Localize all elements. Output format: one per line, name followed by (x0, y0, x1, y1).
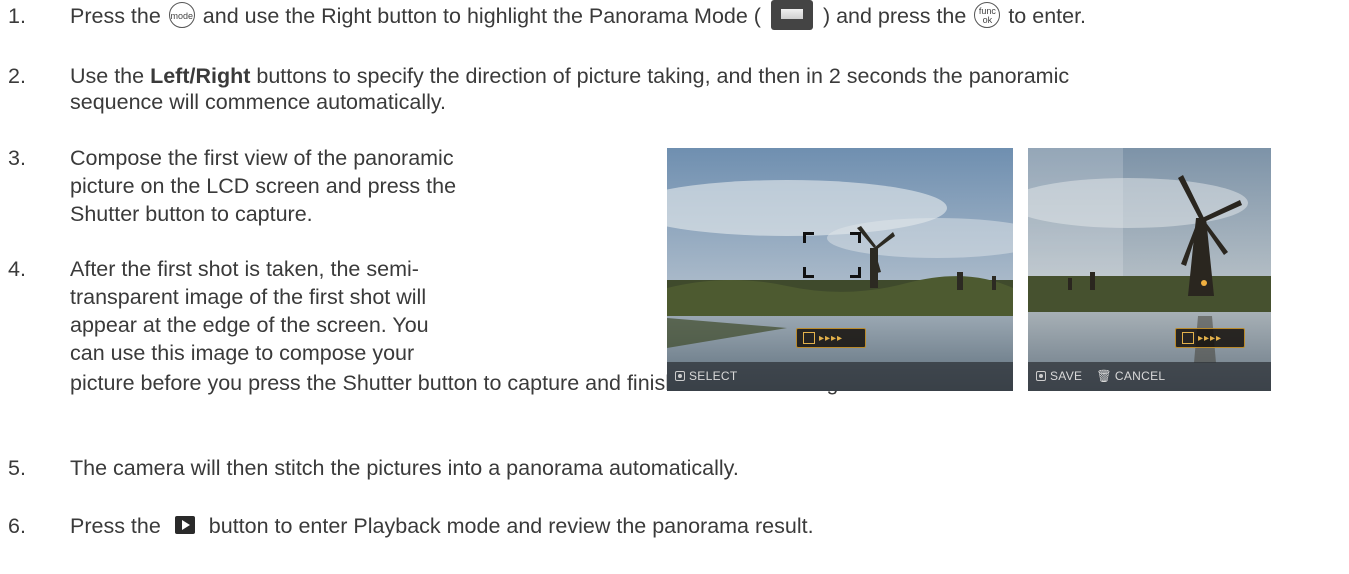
lcd-status-bar: SAVE 🗑 CANCEL (1028, 362, 1271, 391)
step-text-line2: picture on the LCD screen and press the (70, 174, 457, 198)
frame-icon (1182, 332, 1194, 344)
focus-bracket-tl (803, 232, 814, 243)
shutter-icon (1036, 370, 1046, 381)
step-text-line4: can use this image to compose your (70, 341, 415, 365)
step-text: Press the button to enter Playback mode … (70, 514, 814, 538)
step-number: 3. (8, 146, 26, 170)
step-text: Use the Left/Right buttons to specify th… (70, 64, 1070, 88)
func-ok-button-icon: func ok (974, 2, 1001, 29)
focus-bracket-tr (850, 232, 861, 243)
step-text-line1: After the first shot is taken, the semi- (70, 257, 419, 281)
panorama-direction-indicator: ▸▸▸▸ (796, 328, 866, 348)
lcd-status-bar: SELECT (667, 362, 1013, 391)
step-number: 5. (8, 456, 26, 480)
panorama-direction-indicator: ▸▸▸▸ (1175, 328, 1245, 348)
trash-icon: 🗑 (1096, 369, 1112, 383)
playback-icon (174, 516, 195, 535)
lcd-screenshot-select: ▸▸▸▸ SELECT (667, 148, 1013, 391)
step-text-line3: Shutter button to capture. (70, 202, 313, 226)
windmill-stitch-image (1028, 148, 1271, 391)
step-text-line2: sequence will commence automatically. (70, 90, 447, 114)
frame-icon (803, 332, 815, 344)
step-text-line2: transparent image of the first shot will (70, 285, 427, 309)
mode-button-icon: mode (168, 2, 195, 29)
focus-bracket-br (850, 267, 861, 278)
step-text-line1: Compose the first view of the panoramic (70, 146, 454, 170)
step-text: The camera will then stitch the pictures… (70, 456, 739, 480)
step-number: 6. (8, 514, 26, 538)
step-text-line3: appear at the edge of the screen. You (70, 313, 429, 337)
shutter-icon (675, 370, 685, 381)
step-number: 1. (8, 4, 26, 28)
step-number: 2. (8, 64, 26, 88)
focus-bracket-bl (803, 267, 814, 278)
lcd-screenshot-save: ▸▸▸▸ SAVE 🗑 CANCEL (1028, 148, 1271, 391)
step-text: Press the mode and use the Right button … (70, 0, 1086, 32)
windmill-landscape-image (667, 148, 1013, 391)
step-number: 4. (8, 257, 26, 281)
panorama-mode-icon (770, 0, 813, 31)
